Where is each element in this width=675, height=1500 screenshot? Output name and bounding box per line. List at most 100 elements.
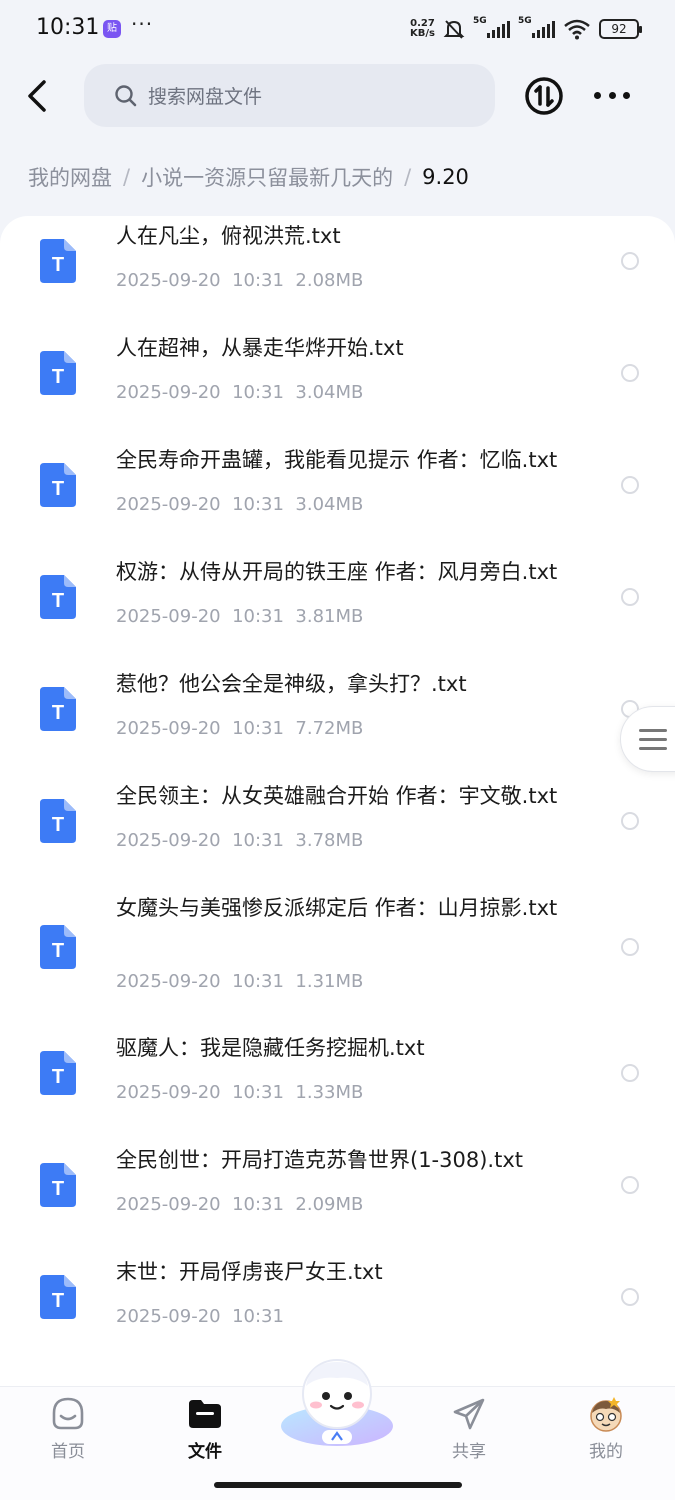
select-checkbox[interactable] (621, 1176, 639, 1194)
breadcrumb-root[interactable]: 我的网盘 (28, 162, 112, 192)
search-placeholder: 搜索网盘文件 (148, 86, 263, 108)
signal-icon-sim2: 5G (518, 16, 555, 38)
file-name: 全民创世：开局打造克苏鲁世界(1-308).txt (116, 1148, 523, 1172)
file-name: 全民领主：从女英雄融合开始 作者：宇文敬.txt (116, 784, 558, 808)
folder-icon (189, 1400, 221, 1428)
assistant-mascot-icon (281, 1359, 393, 1446)
file-size: 3.81MB (295, 606, 364, 627)
file-time: 10:31 (232, 606, 284, 627)
file-row[interactable]: T 驱魔人：我是隐藏任务挖掘机.txt 2025-09-20 10:31 1.33M… (0, 1017, 675, 1129)
status-bar: 10:31 贴 ··· 0.27 KB/s 5G 5G 92 (0, 0, 675, 58)
select-checkbox[interactable] (621, 364, 639, 382)
file-meta: 2025-09-20 10:31 1.31MB (116, 971, 363, 992)
nav-share-label: 共享 (452, 1442, 486, 1462)
file-list: T一.txt2025-09-20 10:31 1.33MBT人在凡尘，俯视洪荒.… (0, 216, 675, 1353)
status-time: 10:31 (36, 15, 100, 40)
txt-file-icon: T (40, 239, 76, 283)
file-date: 2025-09-20 (116, 1306, 221, 1327)
file-row[interactable]: T 人在超神，从暴走华烨开始.txt 2025-09-20 10:31 3.04MB (0, 317, 675, 429)
file-size: 3.04MB (295, 494, 364, 515)
file-row[interactable]: T 人在凡尘，俯视洪荒.txt 2025-09-20 10:31 2.08MB (0, 216, 675, 317)
menu-line-icon (639, 737, 667, 741)
file-name: 权游：从侍从开局的铁王座 作者：风月旁白.txt (116, 560, 558, 584)
more-options-button[interactable] (594, 84, 630, 106)
file-date: 2025-09-20 (116, 971, 221, 992)
breadcrumb-separator: / (404, 165, 412, 189)
select-checkbox[interactable] (621, 938, 639, 956)
file-meta: 2025-09-20 10:31 3.81MB (116, 606, 363, 627)
file-list-panel: T一.txt2025-09-20 10:31 1.33MBT人在凡尘，俯视洪荒.… (0, 216, 675, 1386)
nav-files-label: 文件 (188, 1442, 222, 1462)
file-size: 2.09MB (295, 1194, 364, 1215)
nav-files[interactable]: 文件 (160, 1395, 250, 1462)
svg-text:T: T (52, 1178, 64, 1200)
file-row[interactable]: T 全民领主：从女英雄融合开始 作者：宇文敬.txt 2025-09-20 10:3… (0, 765, 675, 877)
file-time: 10:31 (232, 1082, 284, 1103)
transfer-list-button[interactable] (524, 76, 564, 116)
txt-file-icon: T (40, 799, 76, 843)
file-row[interactable]: T 全民创世：开局打造克苏鲁世界(1-308).txt 2025-09-20 10:… (0, 1129, 675, 1241)
file-time: 10:31 (232, 718, 284, 739)
file-row[interactable]: T 末世：开局俘虏丧尸女王.txt 2025-09-20 10:31 (0, 1241, 675, 1353)
txt-file-icon: T (40, 351, 76, 395)
signal-icon-sim1: 5G (473, 16, 510, 38)
file-time: 10:31 (232, 971, 284, 992)
file-row[interactable]: T 全民寿命开蛊罐，我能看见提示 作者：忆临.txt 2025-09-20 10:3… (0, 429, 675, 541)
nav-mine[interactable]: 我的 (561, 1395, 651, 1462)
file-size: 7.72MB (295, 718, 364, 739)
file-time: 10:31 (232, 494, 284, 515)
svg-text:T: T (52, 940, 64, 962)
search-input[interactable]: 搜索网盘文件 (84, 64, 495, 127)
breadcrumb: 我的网盘 / 小说一资源只留最新几天的 / 9.20 (28, 162, 469, 192)
svg-text:T: T (52, 814, 64, 836)
select-checkbox[interactable] (621, 588, 639, 606)
select-checkbox[interactable] (621, 1288, 639, 1306)
notification-app-icon: 贴 (103, 20, 121, 38)
breadcrumb-folder[interactable]: 小说一资源只留最新几天的 (141, 162, 393, 192)
file-row[interactable]: T 惹他？他公会全是神级，拿头打？.txt 2025-09-20 10:31 7.7… (0, 653, 675, 765)
file-name: 全民寿命开蛊罐，我能看见提示 作者：忆临.txt (116, 448, 558, 472)
svg-text:T: T (52, 478, 64, 500)
file-size: 3.04MB (295, 382, 364, 403)
more-dot-icon (594, 91, 601, 99)
more-dot-icon (608, 91, 616, 99)
file-meta: 2025-09-20 10:31 2.08MB (116, 270, 363, 291)
txt-file-icon: T (40, 575, 76, 619)
file-name: 惹他？他公会全是神级，拿头打？.txt (116, 672, 467, 696)
menu-line-icon (639, 746, 667, 750)
file-date: 2025-09-20 (116, 270, 221, 291)
txt-file-icon: T (40, 463, 76, 507)
chevron-left-icon (28, 80, 46, 112)
file-meta: 2025-09-20 10:31 (116, 1306, 295, 1327)
battery-icon: 92 (599, 19, 642, 39)
file-date: 2025-09-20 (116, 1194, 221, 1215)
file-name: 末世：开局俘虏丧尸女王.txt (116, 1260, 383, 1284)
svg-text:T: T (52, 1290, 64, 1312)
home-face-icon (52, 1397, 84, 1430)
select-checkbox[interactable] (621, 252, 639, 270)
file-size: 1.33MB (295, 1082, 364, 1103)
file-name: 驱魔人：我是隐藏任务挖掘机.txt (116, 1036, 425, 1060)
svg-text:T: T (52, 366, 64, 388)
txt-file-icon: T (40, 1051, 76, 1095)
file-time: 10:31 (232, 270, 284, 291)
select-checkbox[interactable] (621, 476, 639, 494)
svg-text:T: T (52, 590, 64, 612)
select-checkbox[interactable] (621, 1064, 639, 1082)
file-time: 10:31 (232, 830, 284, 851)
file-row[interactable]: T 女魔头与美强惨反派绑定后 作者：山月掠影.txt 2025-09-20 10:3… (0, 877, 675, 1017)
back-button[interactable] (20, 76, 56, 116)
wifi-icon (564, 19, 590, 40)
ai-assistant-button[interactable] (276, 1356, 398, 1448)
nav-home[interactable]: 首页 (23, 1395, 113, 1462)
file-name: 人在凡尘，俯视洪荒.txt (116, 224, 341, 248)
avatar-icon (590, 1397, 622, 1432)
file-meta: 2025-09-20 10:31 2.09MB (116, 1194, 363, 1215)
txt-file-icon: T (40, 925, 76, 969)
select-checkbox[interactable] (621, 812, 639, 830)
file-row[interactable]: T 权游：从侍从开局的铁王座 作者：风月旁白.txt 2025-09-20 10:3… (0, 541, 675, 653)
file-size: 1.31MB (295, 971, 364, 992)
file-size: 3.78MB (295, 830, 364, 851)
nav-share[interactable]: 共享 (424, 1395, 514, 1462)
file-meta: 2025-09-20 10:31 3.04MB (116, 382, 363, 403)
